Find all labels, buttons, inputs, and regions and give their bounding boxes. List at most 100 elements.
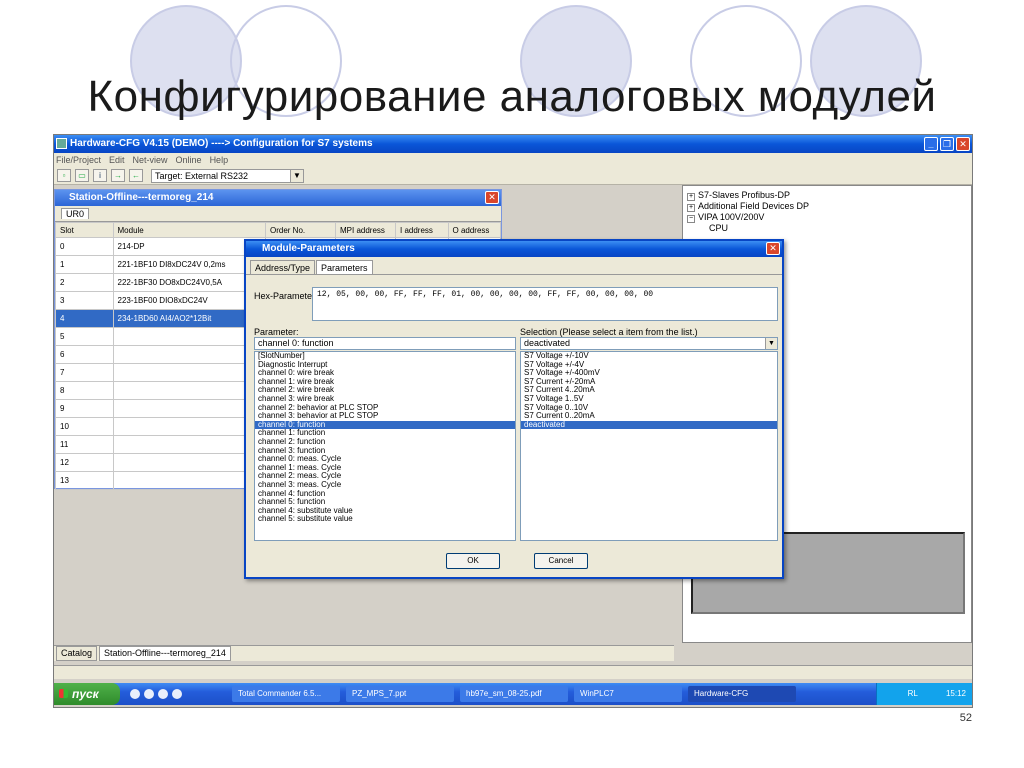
menu-help[interactable]: Help [210, 153, 229, 167]
selection-dropdown[interactable]: deactivated ▼ [520, 337, 778, 350]
cell-module [112, 363, 266, 382]
catalog-tree-label: Additional Field Devices DP [698, 201, 810, 211]
cell-module: 223-1BF00 DIO8xDC24V [112, 291, 266, 310]
open-icon[interactable]: ▭ [75, 169, 89, 182]
app-title: Hardware-CFG V4.15 (DEMO) ----> Configur… [70, 138, 373, 149]
minimize-button[interactable]: _ [924, 137, 938, 151]
quick-launch-icon[interactable] [144, 689, 154, 699]
station-close-button[interactable]: ✕ [485, 191, 499, 204]
app-title-bar: Hardware-CFG V4.15 (DEMO) ----> Configur… [54, 135, 972, 153]
maximize-button[interactable]: ❐ [940, 137, 954, 151]
new-icon[interactable]: ▫ [57, 169, 71, 182]
tab-station[interactable]: Station-Offline---termoreg_214 [99, 646, 231, 661]
selection-list-item[interactable]: deactivated [521, 420, 777, 430]
column-header-i-address: I address [395, 222, 449, 238]
chevron-down-icon[interactable]: ▼ [765, 338, 777, 349]
cell-slot: 13 [55, 471, 114, 490]
slide: Конфигурирование аналоговых модулей Hard… [0, 0, 1024, 768]
expander-icon[interactable]: + [687, 193, 695, 201]
tab-catalog[interactable]: Catalog [56, 646, 98, 661]
taskbar-item[interactable]: PZ_MPS_7.ppt [346, 686, 454, 702]
column-header-mpi: MPI address [335, 222, 396, 238]
parameter-field[interactable]: channel 0: function [254, 337, 516, 350]
cell-module: 234-1BD60 AI4/AO2*12Bit [112, 309, 266, 328]
cell-slot: 10 [55, 417, 114, 436]
cell-slot: 2 [55, 273, 114, 292]
quick-launch-icon[interactable] [130, 689, 140, 699]
cell-slot: 0 [55, 237, 114, 256]
tab-parameters[interactable]: Parameters [316, 260, 373, 274]
taskbar: пуск Total Commander 6.5... PZ_MPS_7.ppt… [54, 683, 972, 705]
start-button[interactable]: пуск [54, 683, 120, 705]
column-header-o-address: O address [447, 222, 501, 238]
menu-bar: File/Project Edit Net-view Online Help [54, 153, 972, 167]
cell-slot: 11 [55, 435, 114, 454]
cell-module [112, 471, 266, 490]
toolbar: ▫ ▭ i → ← Target: External RS232 ▼ [54, 167, 972, 185]
selection-label: Selection (Please select a item from the… [520, 327, 698, 337]
info-icon[interactable]: i [93, 169, 107, 182]
taskbar-item[interactable]: WinPLC7 [574, 686, 682, 702]
menu-edit[interactable]: Edit [109, 153, 125, 167]
catalog-tree-item[interactable]: + Additional Field Devices DP [683, 201, 971, 212]
catalog-tree-item[interactable]: CPU [683, 223, 971, 234]
cell-slot: 7 [55, 363, 114, 382]
cell-slot: 8 [55, 381, 114, 400]
expander-icon[interactable]: + [687, 204, 695, 212]
cell-module [112, 381, 266, 400]
parameter-list: [SlotNumber] Diagnostic Interrupt channel … [254, 351, 516, 541]
parameter-list-item[interactable]: channel 5: substitute value [255, 515, 515, 524]
selection-list: S7 Voltage +/-10V S7 Voltage +/-4V S7 Volt… [520, 351, 778, 541]
expander-icon[interactable]: − [687, 215, 695, 223]
dialog-tabs: Address/Type Parameters [246, 257, 782, 275]
dialog-close-button[interactable]: ✕ [766, 242, 780, 255]
cell-slot: 1 [55, 255, 114, 274]
close-button[interactable]: ✕ [956, 137, 970, 151]
chevron-down-icon[interactable]: ▼ [290, 168, 304, 183]
cell-module [112, 399, 266, 418]
station-title: Station-Offline---termoreg_214 [69, 192, 214, 203]
cell-slot: 12 [55, 453, 114, 472]
cancel-button[interactable]: Cancel [534, 553, 588, 569]
taskbar-item[interactable]: Total Commander 6.5... [232, 686, 340, 702]
status-bar [54, 665, 972, 679]
menu-net-view[interactable]: Net-view [133, 153, 168, 167]
tray-language[interactable]: RL [908, 689, 918, 698]
module-parameters-dialog: Module-Parameters ✕ Address/Type Paramet… [244, 239, 784, 579]
ok-button[interactable]: OK [446, 553, 500, 569]
catalog-tree-item[interactable]: − VIPA 100V/200V [683, 212, 971, 223]
rack-tab[interactable]: UR0 [61, 208, 90, 219]
upload-icon[interactable]: ← [129, 169, 143, 182]
dialog-title-bar: Module-Parameters ✕ [246, 241, 782, 257]
quick-launch-icon[interactable] [158, 689, 168, 699]
tab-address-type[interactable]: Address/Type [250, 260, 316, 274]
cell-slot: 9 [55, 399, 114, 418]
menu-file-project[interactable]: File/Project [56, 153, 101, 167]
dialog-title: Module-Parameters [262, 243, 355, 254]
selection-value: deactivated [524, 338, 571, 348]
taskbar-item-active[interactable]: Hardware-CFG [688, 686, 796, 702]
station-title-bar: Station-Offline---termoreg_214 ✕ [55, 190, 501, 206]
column-header-module: Module [112, 222, 266, 238]
target-selector[interactable]: Target: External RS232 [151, 168, 291, 183]
cell-slot: 3 [55, 291, 114, 310]
cell-slot: 6 [55, 345, 114, 364]
cell-module: 222-1BF30 DO8xDC24V0,5A [112, 273, 266, 292]
cell-module [112, 417, 266, 436]
bottom-tab-bar: Catalog Station-Offline---termoreg_214 [54, 645, 674, 661]
catalog-tree-label: VIPA 100V/200V [698, 212, 765, 222]
rack-tab-bar: UR0 [55, 206, 501, 222]
taskbar-item[interactable]: hb97e_sm_08-25.pdf [460, 686, 568, 702]
quick-launch [130, 689, 182, 699]
hex-parameters-field[interactable]: 12, 05, 00, 00, FF, FF, FF, 01, 00, 00, … [312, 287, 778, 321]
column-header-order: Order No. [265, 222, 336, 238]
catalog-tree-item[interactable]: + S7-Slaves Profibus-DP [683, 190, 971, 201]
menu-online[interactable]: Online [176, 153, 202, 167]
hardware-cfg-screenshot: Hardware-CFG V4.15 (DEMO) ----> Configur… [53, 134, 973, 708]
column-header-slot: Slot [55, 222, 114, 238]
app-icon [56, 138, 67, 149]
quick-launch-icon[interactable] [172, 689, 182, 699]
download-icon[interactable]: → [111, 169, 125, 182]
cell-module [112, 345, 266, 364]
parameter-label: Parameter: [254, 327, 299, 337]
